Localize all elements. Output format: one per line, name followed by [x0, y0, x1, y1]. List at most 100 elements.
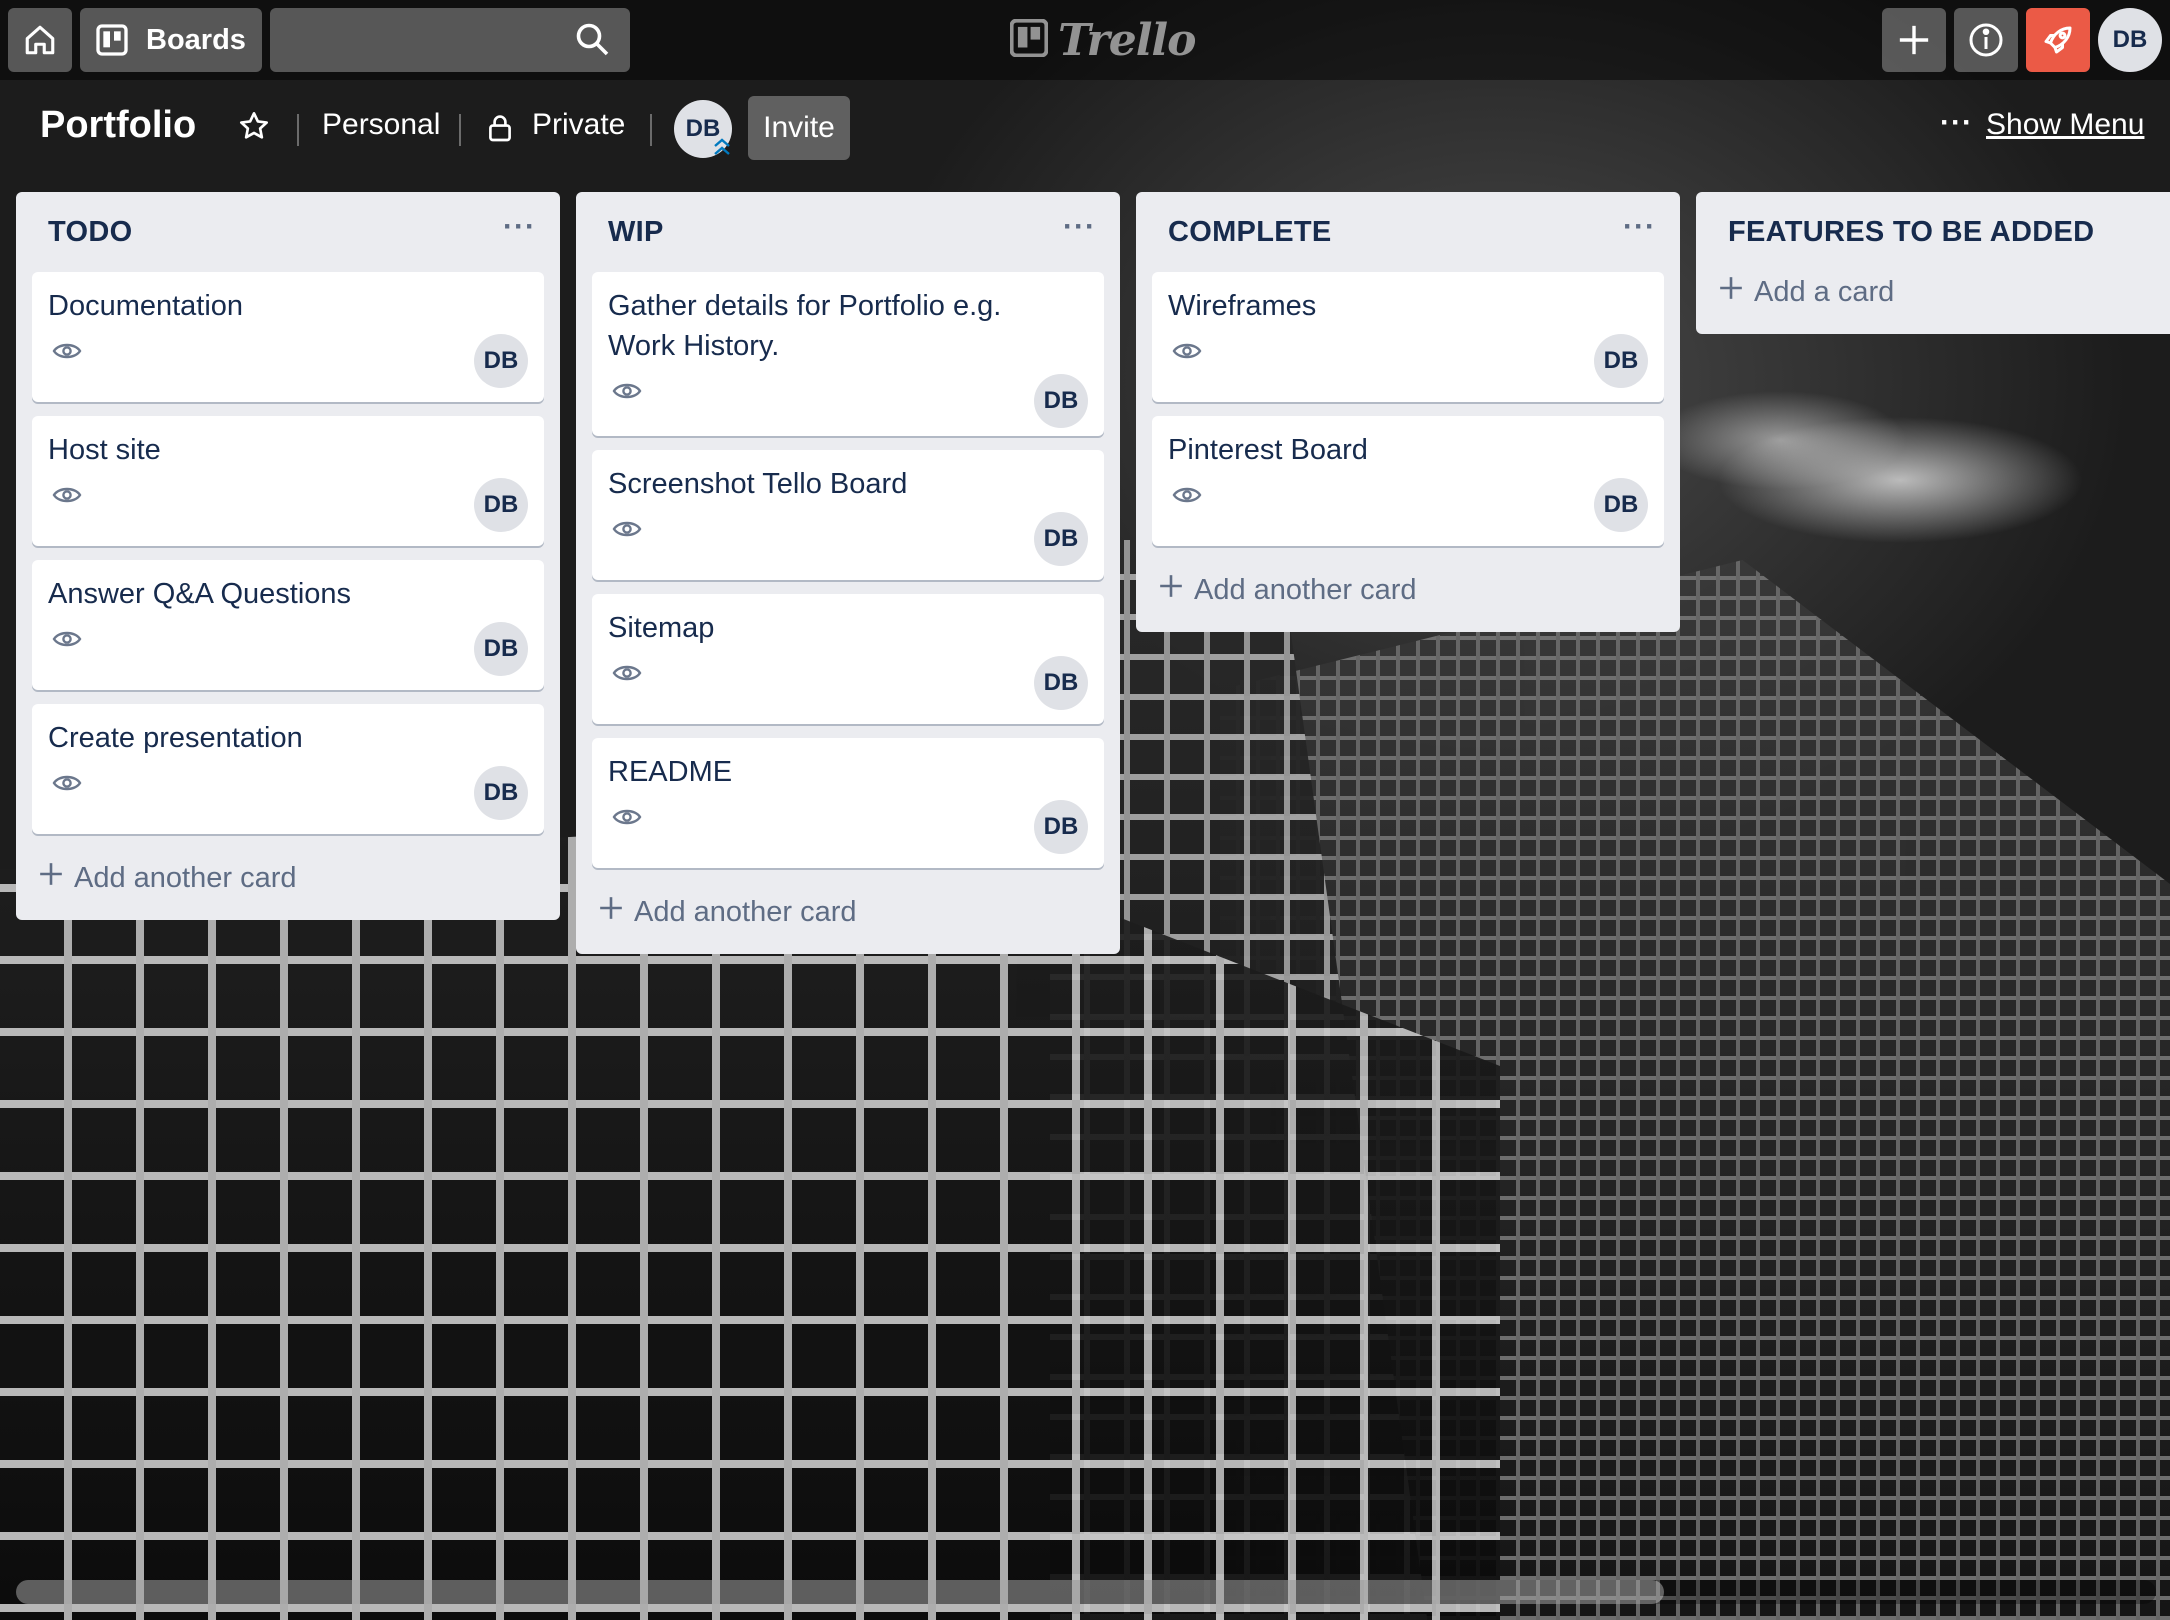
header-divider	[297, 114, 299, 146]
card-member-avatar[interactable]: DB	[1034, 374, 1088, 428]
add-card-label: Add another card	[74, 861, 297, 894]
notifications-button[interactable]	[2026, 8, 2090, 72]
search-icon[interactable]	[574, 21, 610, 62]
eye-icon	[1172, 484, 1202, 511]
admin-chevron-icon	[712, 138, 732, 161]
boards-button[interactable]: Boards	[80, 8, 262, 72]
card-badges: DB	[608, 652, 1088, 710]
card-title: README	[608, 756, 733, 788]
card-badges: DB	[48, 618, 528, 676]
card-title: Documentation	[48, 290, 244, 322]
list-title[interactable]: TODO	[48, 216, 132, 249]
show-menu-button[interactable]: Show Menu	[1986, 108, 2144, 142]
team-button[interactable]: Personal	[322, 108, 440, 142]
list-2: COMPLETE ··· Wireframes DB Pinterest Board DB…	[1136, 192, 1680, 632]
card[interactable]: Host site DB	[32, 416, 544, 546]
list-menu-icon[interactable]: ···	[1063, 210, 1096, 244]
card[interactable]: Screenshot Tello Board DB	[592, 450, 1104, 580]
plus-icon	[38, 861, 64, 895]
list-3: FEATURES TO BE ADDED Add a card	[1696, 192, 2170, 334]
list-header: FEATURES TO BE ADDED	[1712, 192, 2170, 272]
card[interactable]: Gather details for Portfolio e.g. Work H…	[592, 272, 1104, 436]
lock-icon	[488, 113, 512, 148]
boards-icon	[96, 24, 128, 56]
board-header: Portfolio Personal Private DB Invite ···…	[0, 80, 2170, 176]
plus-icon	[598, 895, 624, 929]
list-1: WIP ··· Gather details for Portfolio e.g. …	[576, 192, 1120, 954]
card-title: Host site	[48, 434, 161, 466]
add-card-label: Add a card	[1754, 275, 1895, 308]
card-title: Answer Q&A Questions	[48, 578, 352, 610]
user-avatar[interactable]: DB	[2098, 8, 2162, 72]
card-badges: DB	[608, 370, 1088, 428]
card-title: Create presentation	[48, 722, 303, 754]
home-button[interactable]	[8, 8, 72, 72]
add-card-button[interactable]: Add another card	[1152, 560, 1664, 620]
card-member-avatar[interactable]: DB	[1034, 800, 1088, 854]
info-button[interactable]	[1954, 8, 2018, 72]
eye-icon	[52, 772, 82, 799]
rocket-icon	[2040, 22, 2076, 58]
card-badges: DB	[608, 508, 1088, 566]
card-title: Pinterest Board	[1168, 434, 1368, 466]
horizontal-scrollbar[interactable]	[16, 1580, 2156, 1604]
card[interactable]: Pinterest Board DB	[1152, 416, 1664, 546]
card[interactable]: README DB	[592, 738, 1104, 868]
more-dots-icon[interactable]: ···	[1940, 106, 1973, 140]
list-header: TODO ···	[32, 192, 544, 272]
top-header: Boards Trello DB	[0, 0, 2170, 80]
card-badges: DB	[48, 330, 528, 388]
add-card-button[interactable]: Add another card	[592, 882, 1104, 942]
list-title[interactable]: COMPLETE	[1168, 216, 1332, 249]
list-menu-icon[interactable]: ···	[1623, 210, 1656, 244]
list-menu-icon[interactable]: ···	[503, 210, 536, 244]
add-card-label: Add another card	[634, 895, 857, 928]
board-title[interactable]: Portfolio	[40, 104, 196, 147]
card-title: Sitemap	[608, 612, 715, 644]
eye-icon	[612, 380, 642, 407]
card-member-avatar[interactable]: DB	[474, 766, 528, 820]
list-header: COMPLETE ···	[1152, 192, 1664, 272]
trello-logo-icon	[1009, 18, 1049, 62]
card-member-avatar[interactable]: DB	[1594, 334, 1648, 388]
home-icon	[23, 23, 57, 57]
card-member-avatar[interactable]: DB	[474, 334, 528, 388]
eye-icon	[52, 340, 82, 367]
card-member-avatar[interactable]: DB	[474, 478, 528, 532]
scrollbar-thumb[interactable]	[16, 1580, 1664, 1604]
info-icon	[1968, 22, 2004, 58]
card-badges: DB	[1168, 474, 1648, 532]
visibility-button[interactable]: Private	[532, 108, 625, 142]
eye-icon	[612, 662, 642, 689]
card[interactable]: Sitemap DB	[592, 594, 1104, 724]
create-button[interactable]	[1882, 8, 1946, 72]
card[interactable]: Documentation DB	[32, 272, 544, 402]
card-badges: DB	[48, 762, 528, 820]
eye-icon	[612, 806, 642, 833]
card-member-avatar[interactable]: DB	[1594, 478, 1648, 532]
card-member-avatar[interactable]: DB	[474, 622, 528, 676]
star-icon[interactable]	[238, 110, 270, 147]
plus-icon	[1158, 573, 1184, 607]
list-header: WIP ···	[592, 192, 1104, 272]
header-divider	[459, 114, 461, 146]
card[interactable]: Create presentation DB	[32, 704, 544, 834]
header-divider	[650, 114, 652, 146]
add-card-label: Add another card	[1194, 573, 1417, 606]
add-card-button[interactable]: Add another card	[32, 848, 544, 908]
card[interactable]: Wireframes DB	[1152, 272, 1664, 402]
card-badges: DB	[608, 796, 1088, 854]
invite-button[interactable]: Invite	[748, 96, 850, 160]
card[interactable]: Answer Q&A Questions DB	[32, 560, 544, 690]
card-member-avatar[interactable]: DB	[1034, 656, 1088, 710]
card-member-avatar[interactable]: DB	[1034, 512, 1088, 566]
eye-icon	[1172, 340, 1202, 367]
eye-icon	[52, 628, 82, 655]
list-title[interactable]: WIP	[608, 216, 664, 249]
list-title[interactable]: FEATURES TO BE ADDED	[1728, 216, 2094, 249]
eye-icon	[612, 518, 642, 545]
boards-label: Boards	[146, 23, 246, 56]
card-title: Wireframes	[1168, 290, 1317, 322]
card-badges: DB	[1168, 330, 1648, 388]
trello-logo[interactable]: Trello	[1009, 14, 1196, 66]
